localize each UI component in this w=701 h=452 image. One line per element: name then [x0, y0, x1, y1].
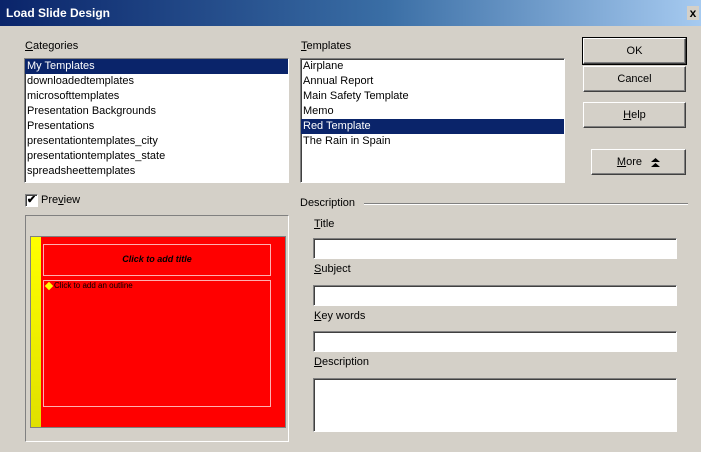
- category-list-item[interactable]: Presentation Backgrounds: [25, 104, 288, 119]
- keywords-field[interactable]: [313, 331, 677, 352]
- title-field-label: Title: [314, 218, 335, 230]
- category-list-item[interactable]: Presentations: [25, 119, 288, 134]
- categories-listbox[interactable]: My Templates downloadedtemplates microsoft…: [24, 58, 289, 183]
- template-list-item[interactable]: Annual Report: [301, 74, 564, 89]
- template-list-item[interactable]: Main Safety Template: [301, 89, 564, 104]
- subject-field-label: Subject: [314, 263, 351, 275]
- template-list-item[interactable]: Airplane: [301, 59, 564, 74]
- subject-label-rest: ubject: [321, 263, 351, 275]
- window-title: Load Slide Design: [6, 6, 111, 20]
- slide-preview: Click to add title Click to add an outli…: [30, 236, 286, 428]
- slide-stripe: [31, 237, 41, 427]
- double-chevron-up-icon: [651, 157, 661, 167]
- category-list-item[interactable]: My Templates: [25, 59, 288, 74]
- description-label-rest: escription: [321, 356, 370, 368]
- preview-label: Preview: [41, 194, 81, 206]
- slide-title-box: Click to add title: [43, 244, 271, 276]
- categories-label-rest: ategories: [32, 40, 79, 52]
- slide-outline-box: Click to add an outline: [43, 280, 271, 407]
- category-list-item[interactable]: presentationtemplates_city: [25, 134, 288, 149]
- more-mnemonic: M: [616, 156, 627, 168]
- category-list-item[interactable]: presentationtemplates_state: [25, 149, 288, 164]
- slide-title-placeholder: Click to add title: [122, 254, 192, 264]
- description-field[interactable]: [313, 378, 677, 432]
- templates-label: Templates: [301, 40, 352, 52]
- help-mnemonic: H: [623, 109, 632, 121]
- more-label-rest: ore: [626, 156, 642, 168]
- keywords-label-rest: ey words: [321, 310, 366, 322]
- title-label-rest: itle: [320, 218, 335, 230]
- template-list-item[interactable]: Memo: [301, 104, 564, 119]
- categories-label: Categories: [25, 40, 79, 52]
- help-button[interactable]: Help: [583, 102, 686, 128]
- category-list-item[interactable]: downloadedtemplates: [25, 74, 288, 89]
- templates-label-rest: emplates: [306, 40, 352, 52]
- category-list-item[interactable]: microsofttemplates: [25, 89, 288, 104]
- bullet-star-icon: [44, 281, 54, 291]
- description-field-label: Description: [314, 356, 370, 368]
- preview-checkbox[interactable]: ✔: [25, 194, 38, 207]
- cancel-button[interactable]: Cancel: [583, 66, 686, 92]
- help-label-rest: elp: [631, 109, 646, 121]
- templates-listbox[interactable]: Airplane Annual Report Main Safety Templat…: [300, 58, 565, 183]
- template-list-item[interactable]: Red Template: [301, 119, 564, 134]
- description-group-divider: [364, 203, 688, 205]
- description-group-label: Description: [300, 197, 356, 209]
- subject-field[interactable]: [313, 285, 677, 306]
- title-bar: Load Slide Design x: [0, 0, 701, 26]
- slide-outline-placeholder: Click to add an outline: [54, 281, 133, 290]
- title-field[interactable]: [313, 238, 677, 259]
- close-icon[interactable]: x: [687, 6, 699, 20]
- template-list-item[interactable]: The Rain in Spain: [301, 134, 564, 149]
- ok-button[interactable]: OK: [582, 37, 687, 65]
- more-button[interactable]: More: [591, 149, 686, 175]
- keywords-field-label: Key words: [314, 310, 366, 322]
- category-list-item[interactable]: spreadsheettemplates: [25, 164, 288, 179]
